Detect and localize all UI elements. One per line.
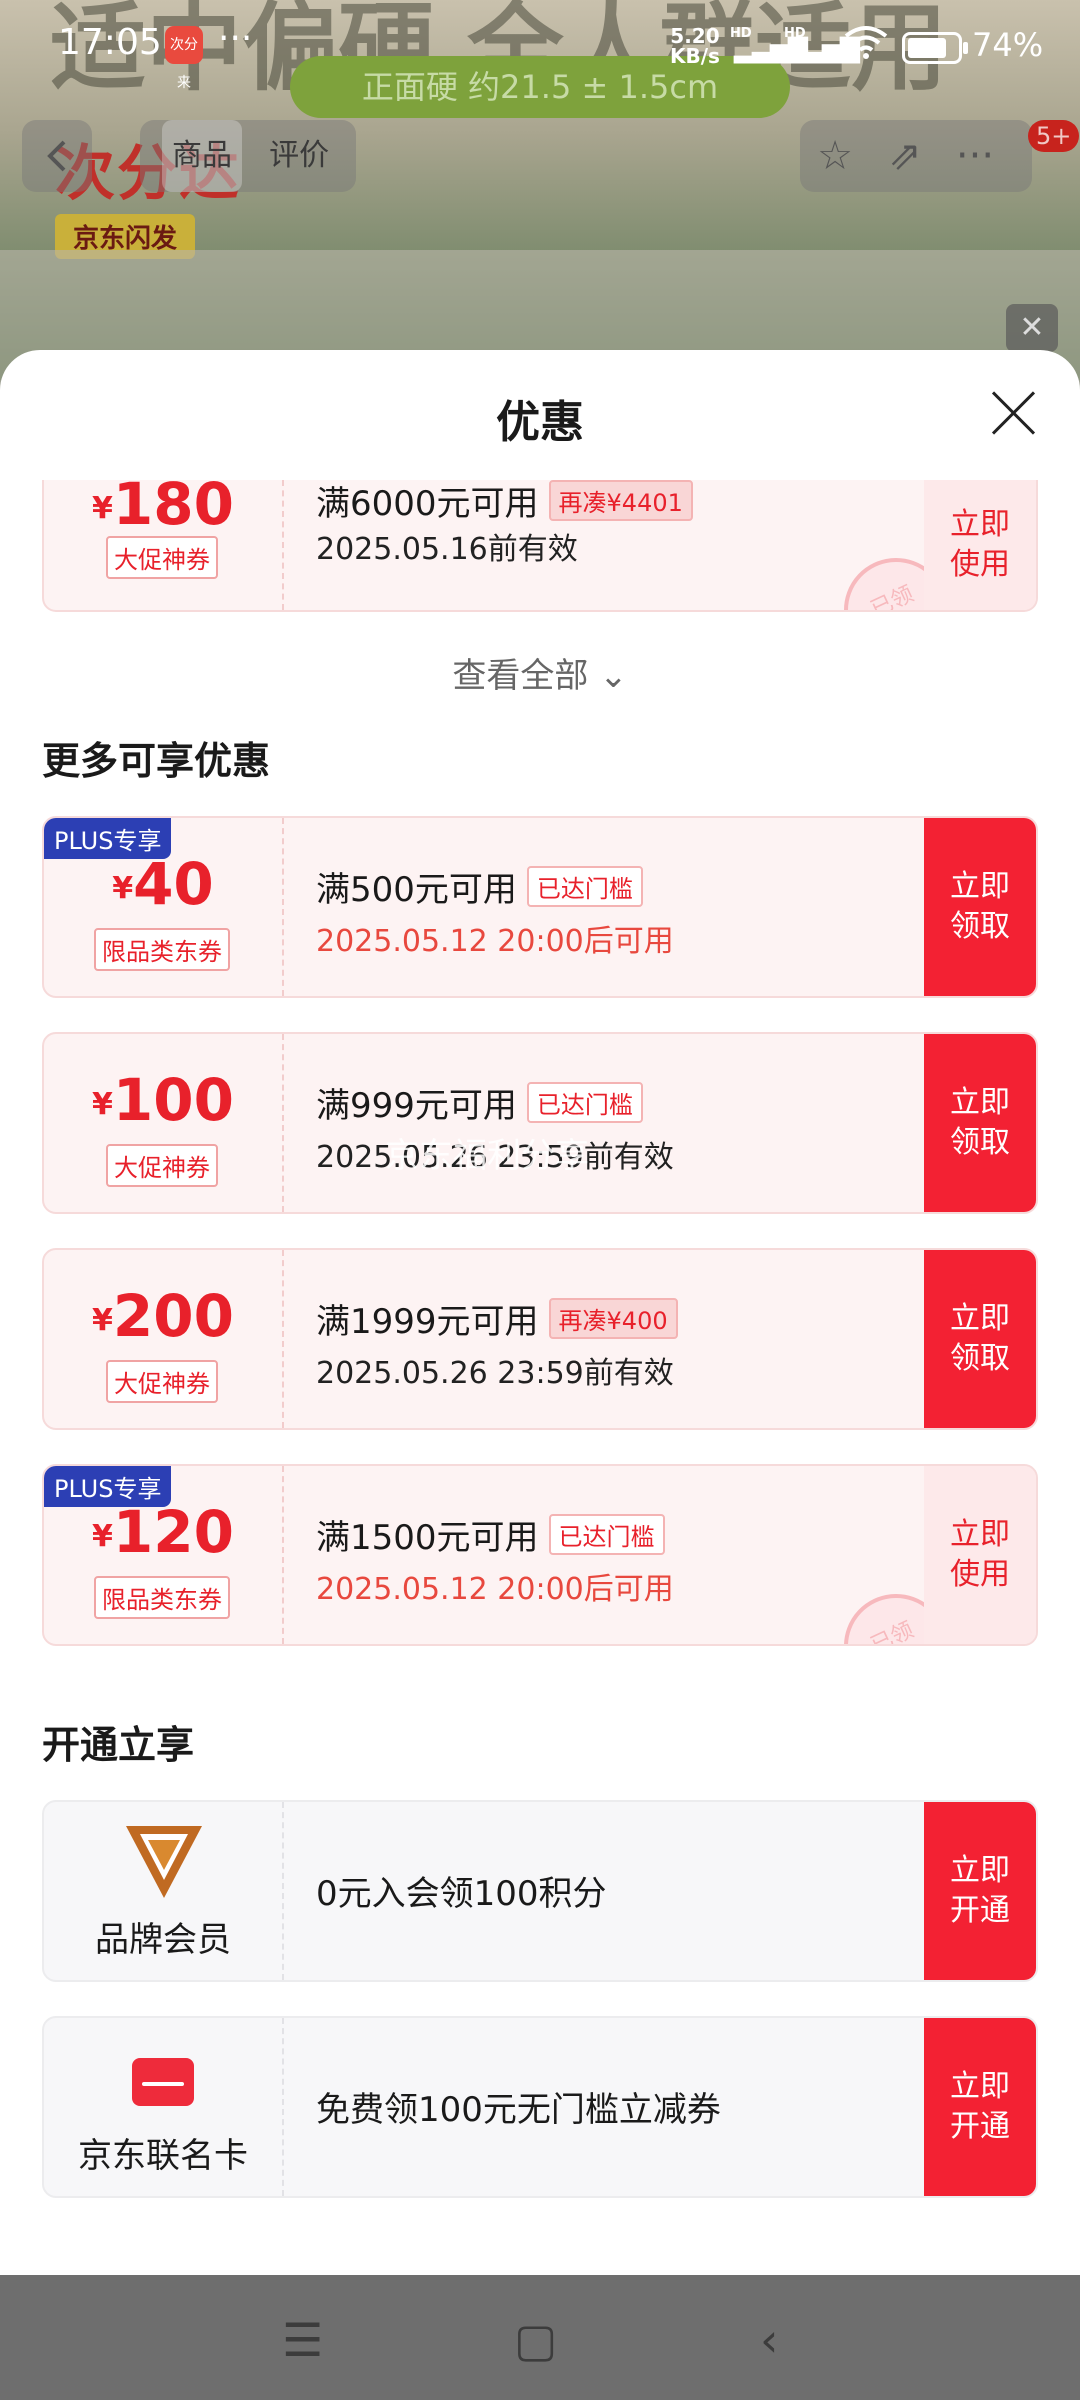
more-icon[interactable]: ··· [940,120,1010,192]
amount-value: 40 [133,850,214,918]
coupon-condition: 满999元可用 已达门槛 [316,1078,643,1127]
floating-close-icon[interactable]: ✕ [1006,304,1058,352]
currency-symbol: ¥ [92,1087,113,1122]
back-icon[interactable]: ‹ [760,2313,778,2367]
tab-product[interactable]: 商品 [162,120,242,192]
coupon-validity: 2025.05.12 20:00后可用 [316,1572,674,1607]
more-notifications-icon: ··· [218,18,253,59]
membership-label: 品牌会员 [95,1920,231,1960]
activate-button[interactable]: 立即 开通 [924,2018,1036,2196]
coupon-validity: 2025.05.26 23:59前有效 [316,1356,674,1391]
status-time: 17:05 [58,22,162,63]
coupon-type: 限品类东券 [94,1576,230,1619]
coupon-condition: 满1500元可用 已达门槛 [316,1510,665,1559]
coupon-tag: 已达门槛 [526,1082,643,1123]
currency-symbol: ¥ [92,491,113,526]
sheet-title: 优惠 [496,397,584,448]
coupon-card: PLUS专享 ¥120 限品类东券 满1500元可用 已达门槛 2025.05.1… [42,1464,1038,1646]
use-now-button[interactable]: 立即 使用 [924,480,1036,610]
coupon-condition: 满6000元可用 再凑¥4401 [316,480,693,525]
claim-now-button[interactable]: 立即 领取 [924,818,1036,996]
coupon-tag: 再凑¥4401 [548,480,693,521]
more-offers-title: 更多可享优惠 [42,739,271,783]
page-tabs: 商品 评价 [140,120,356,192]
share-icon[interactable]: ⇗ [870,120,940,192]
header-actions: ☆ ⇗ ··· [800,120,1032,192]
system-nav-bar: ☰ ▢ ‹ [0,2275,1080,2400]
battery-icon [902,32,968,64]
condition-text: 满6000元可用 [316,484,539,524]
membership-card: 京东联名卡 免费领100元无门槛立减券 立即 开通 [42,2016,1038,2198]
chevron-down-icon: ⌄ [599,656,628,696]
condition-text: 满1999元可用 [316,1302,539,1342]
network-speed: 5.20 KB/s [670,26,720,66]
membership-description: 0元入会领100积分 [316,1874,607,1914]
coupon-amount: ¥180 [44,480,282,538]
notification-badge: 5+ [1028,120,1080,152]
use-now-button[interactable]: 立即 使用 [924,1466,1036,1644]
home-icon[interactable]: ▢ [514,2313,557,2367]
coupon-amount: ¥200 [44,1282,282,1350]
offers-sheet: 优惠 ¥180 大促神券 满6000元可用 再凑¥4401 2025.05.16前… [0,350,1080,2275]
coupon-card-top: ¥180 大促神券 满6000元可用 再凑¥4401 2025.05.16前有效 … [42,480,1038,612]
currency-symbol: ¥ [92,1519,113,1554]
close-icon[interactable] [988,388,1038,438]
coupon-validity: 2025.05.12 20:00后可用 [316,924,674,959]
star-icon[interactable]: ☆ [800,120,870,192]
coupon-type: 限品类东券 [94,928,230,971]
credit-card-icon [132,2058,194,2106]
amount-value: 180 [112,480,234,538]
back-button[interactable] [22,120,92,192]
coupon-card: ¥100 大促神券 满999元可用 已达门槛 2025.05.26 23:59前有… [42,1032,1038,1214]
menu-icon[interactable]: ☰ [282,2313,323,2367]
coupon-type: 大促神券 [106,1360,218,1403]
activate-button[interactable]: 立即 开通 [924,1802,1036,1980]
claim-now-button[interactable]: 立即 领取 [924,1250,1036,1428]
amount-value: 100 [112,1066,234,1134]
back-arrow-icon [47,140,66,172]
coupon-type: 大促神券 [106,1144,218,1187]
wifi-icon [842,24,890,69]
watermark-text: 京东福利分享 [385,1136,589,1176]
coupon-validity: 2025.05.16前有效 [316,532,578,567]
coupon-amount: ¥120 [44,1498,282,1566]
coupon-amount: ¥40 [44,850,282,918]
coupon-condition: 满500元可用 已达门槛 [316,862,643,911]
coupon-tag: 已达门槛 [548,1514,665,1555]
coupon-card: ¥200 大促神券 满1999元可用 再凑¥400 2025.05.26 23:5… [42,1248,1038,1430]
currency-symbol: ¥ [112,871,134,906]
currency-symbol: ¥ [92,1303,113,1338]
coupon-condition: 满1999元可用 再凑¥400 [316,1294,678,1343]
battery-percent: 74% [972,26,1044,64]
open-benefits-title: 开通立享 [42,1723,195,1767]
condition-text: 满999元可用 [316,1086,517,1126]
coupon-amount: ¥100 [44,1066,282,1134]
claim-now-button[interactable]: 立即 领取 [924,1034,1036,1212]
tab-reviews[interactable]: 评价 [269,120,329,192]
network-speed-unit: KB/s [670,44,720,68]
brand-v-icon [126,1826,202,1898]
amount-value: 120 [112,1498,234,1566]
coupon-card: PLUS专享 ¥40 限品类东券 满500元可用 已达门槛 2025.05.12 … [42,816,1038,998]
membership-description: 免费领100元无门槛立减券 [316,2090,721,2130]
network-speed-value: 5.20 [670,24,720,48]
amount-value: 200 [112,1282,234,1350]
membership-card: 品牌会员 0元入会领100积分 立即 开通 [42,1800,1038,1982]
wifi-glyph [844,26,888,59]
membership-label: 京东联名卡 [78,2136,248,2176]
condition-text: 满1500元可用 [316,1518,539,1558]
condition-text: 满500元可用 [316,870,517,910]
coupon-tag: 再凑¥400 [548,1298,678,1339]
see-all-link[interactable]: 查看全部 ⌄ [0,648,1080,697]
coupon-type: 大促神券 [106,536,218,579]
see-all-label: 查看全部 [452,656,589,696]
coupon-tag: 已达门槛 [526,866,643,907]
next-section-peek: 其他优惠 [42,2265,194,2275]
status-bar: 17:05 次分来 ··· 5.20 KB/s HD ▂▃▅▇ HD ▂▃▅▇ … [0,0,1080,91]
app-notification-icon: 次分来 [165,26,203,91]
